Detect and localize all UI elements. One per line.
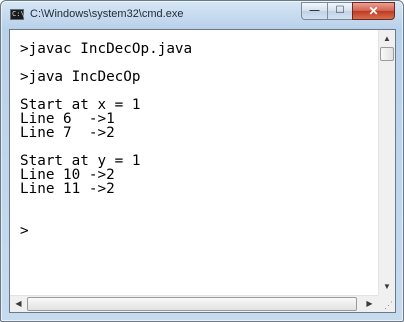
console-line: Line 11 ->2	[20, 181, 115, 197]
window-frame: C:\ C:\Windows\system32\cmd.exe — ☐ ✕ >j…	[0, 0, 404, 322]
window-title: C:\Windows\system32\cmd.exe	[30, 8, 184, 20]
vertical-scrollbar[interactable]: ▲ ▼	[378, 30, 395, 295]
resize-grip[interactable]: ⋰	[378, 295, 395, 312]
cmd-window: C:\ C:\Windows\system32\cmd.exe — ☐ ✕ >j…	[0, 0, 404, 322]
minimize-icon: —	[309, 5, 320, 16]
console-line: Line 6 ->1	[20, 111, 115, 127]
scroll-down-arrow-icon[interactable]: ▼	[379, 278, 395, 295]
console-output: >javac IncDecOp.java >java IncDecOp Start …	[20, 42, 380, 238]
console-line: Start at x = 1	[20, 97, 141, 113]
cmd-icon-glyph: C:\	[12, 10, 25, 18]
cmd-icon[interactable]: C:\	[10, 9, 25, 20]
scroll-right-arrow-icon[interactable]: ▶	[361, 296, 378, 312]
console-line: >java IncDecOp	[20, 69, 141, 85]
console-line: Line 7 ->2	[20, 125, 115, 141]
console-line: Start at y = 1	[20, 153, 141, 169]
resize-grip-icon: ⋰	[384, 300, 393, 310]
title-bar[interactable]: C:\ C:\Windows\system32\cmd.exe — ☐ ✕	[1, 1, 403, 29]
horizontal-scrollbar[interactable]: ◀ ▶	[10, 295, 378, 312]
maximize-button[interactable]: ☐	[327, 2, 353, 20]
console-line: >javac IncDecOp.java	[20, 41, 193, 57]
minimize-button[interactable]: —	[301, 2, 328, 20]
scroll-up-arrow-icon[interactable]: ▲	[379, 30, 395, 47]
close-icon: ✕	[368, 4, 379, 18]
close-button[interactable]: ✕	[352, 2, 395, 20]
maximize-icon: ☐	[335, 5, 345, 16]
vertical-scroll-thumb[interactable]	[380, 47, 394, 61]
scroll-left-arrow-icon[interactable]: ◀	[10, 296, 27, 312]
console-line: Line 10 ->2	[20, 167, 115, 183]
console-area[interactable]: >javac IncDecOp.java >java IncDecOp Start …	[9, 29, 396, 313]
console-line: >	[20, 223, 29, 239]
horizontal-scroll-thumb[interactable]	[27, 297, 357, 311]
